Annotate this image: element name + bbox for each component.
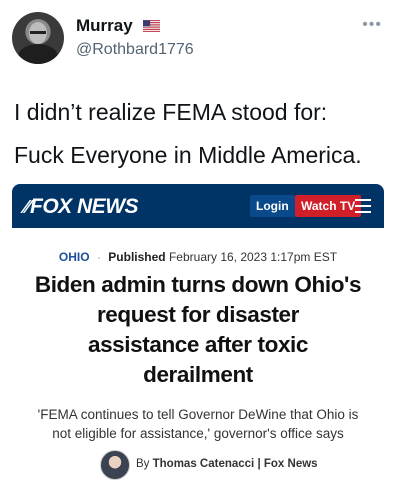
article-headline: Biden admin turns down Ohio's request fo… (20, 270, 376, 390)
tweet-text-line: I didn’t realize FEMA stood for: (14, 99, 328, 125)
login-button[interactable]: Login (250, 195, 295, 217)
subhead-line: 'FEMA continues to tell Governor DeWine … (37, 407, 359, 422)
article-subhead: 'FEMA continues to tell Governor DeWine … (20, 405, 376, 443)
tweet-text: I didn’t realize FEMA stood for: Fuck Ev… (14, 96, 386, 182)
article-meta: OHIO · Published February 16, 2023 1:17p… (12, 250, 384, 264)
author-name[interactable]: Thomas Catenacci (153, 458, 255, 470)
avatar-glasses (30, 31, 46, 34)
byline: By Thomas Catenacci | Fox News (136, 458, 318, 470)
headline-line: request for disaster (96, 302, 300, 327)
more-horizontal-icon[interactable]: ••• (362, 16, 382, 34)
fox-news-logo[interactable]: ⁄⁄FOX NEWS (24, 195, 139, 219)
byline-prefix: By (136, 458, 150, 470)
published-date: February 16, 2023 1:17pm EST (168, 250, 338, 264)
author-avatar (100, 450, 130, 480)
headline-line: Biden admin turns down Ohio's (34, 272, 362, 297)
display-name[interactable]: Murray (76, 16, 161, 36)
avatar-suit (18, 44, 58, 64)
us-flag-icon (143, 20, 161, 32)
meta-separator: · (96, 250, 101, 264)
hamburger-menu-icon[interactable] (355, 199, 371, 213)
tweet-text-line: Fuck Everyone in Middle America. (14, 142, 362, 168)
headline-line: assistance after toxic (87, 332, 309, 357)
published-label: Published (108, 250, 166, 264)
display-name-text[interactable]: Murray (76, 16, 133, 35)
outlet-name: Fox News (263, 458, 318, 470)
fox-news-navbar: ⁄⁄FOX NEWS Login Watch TV (12, 184, 384, 228)
tweet-header: Murray @Rothbard1776 ••• (0, 0, 396, 76)
user-handle[interactable]: @Rothbard1776 (76, 41, 194, 59)
avatar[interactable] (12, 12, 64, 64)
watch-tv-button[interactable]: Watch TV (295, 195, 362, 217)
logo-text: FOX NEWS (30, 195, 139, 218)
headline-line: derailment (143, 362, 253, 387)
subhead-line: not eligible for assistance,' governor's… (52, 426, 344, 441)
section-label[interactable]: OHIO (59, 250, 90, 264)
byline-separator: | (257, 458, 261, 470)
logo-stripes-icon: ⁄⁄ (24, 197, 30, 217)
article-screenshot[interactable]: ⁄⁄FOX NEWS Login Watch TV OHIO · Publish… (12, 184, 384, 500)
